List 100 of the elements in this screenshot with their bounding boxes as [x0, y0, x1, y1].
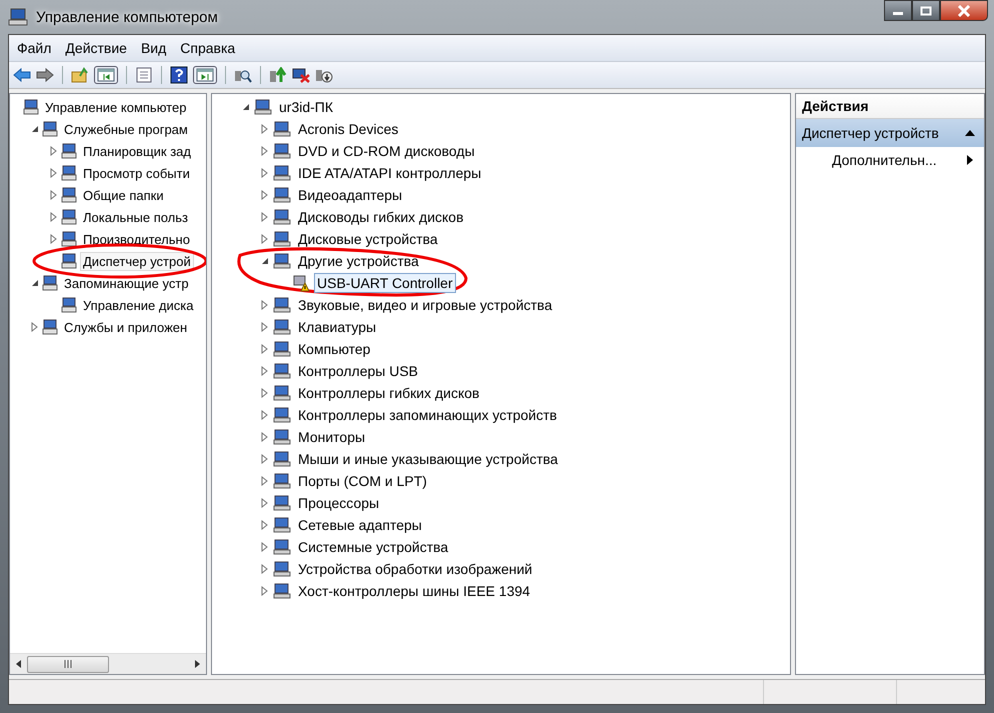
expand-arrow-icon[interactable]: [50, 146, 58, 156]
maximize-button[interactable]: [912, 0, 940, 21]
tree-item[interactable]: Процессоры: [295, 493, 382, 513]
expand-arrow-icon[interactable]: [261, 366, 269, 376]
tree-item[interactable]: Общие папки: [80, 186, 167, 204]
expand-arrow-icon[interactable]: [261, 542, 269, 552]
maximize-icon: [920, 6, 932, 16]
device-icon: [273, 164, 291, 182]
collapse-arrow-icon[interactable]: [242, 102, 250, 112]
properties-icon[interactable]: [135, 67, 153, 83]
tree-item[interactable]: Локальные польз: [80, 208, 191, 226]
tree-item[interactable]: Видеоадаптеры: [295, 185, 406, 205]
tree-item[interactable]: DVD и CD-ROM дисководы: [295, 141, 478, 161]
minimize-button[interactable]: [884, 0, 912, 21]
tree-item[interactable]: Порты (COM и LPT): [295, 471, 430, 491]
expand-arrow-icon[interactable]: [261, 146, 269, 156]
snap-in-icon: [61, 231, 77, 247]
help-icon[interactable]: [170, 66, 188, 84]
device-icon: [273, 362, 291, 380]
uninstall-device-icon[interactable]: [315, 67, 333, 83]
console-tree-toggle[interactable]: [94, 66, 118, 84]
device-icon: [273, 538, 291, 556]
menu-item[interactable]: Файл: [17, 40, 52, 56]
tree-item[interactable]: Клавиатуры: [295, 317, 380, 337]
device-icon: [273, 142, 291, 160]
expand-arrow-icon[interactable]: [261, 520, 269, 530]
tree-item[interactable]: Дисководы гибких дисков: [295, 207, 467, 227]
tree-item[interactable]: ur3id-ПК: [276, 97, 336, 117]
update-driver-icon[interactable]: [269, 67, 287, 83]
close-button[interactable]: [940, 0, 988, 21]
expand-arrow-icon[interactable]: [261, 454, 269, 464]
tree-item[interactable]: Другие устройства: [295, 251, 422, 271]
tree-item[interactable]: Служебные програм: [61, 120, 191, 138]
expand-arrow-icon[interactable]: [261, 388, 269, 398]
device-icon: [273, 252, 291, 270]
tree-item[interactable]: Устройства обработки изображений: [295, 559, 536, 579]
snap-in-icon: [61, 209, 77, 225]
expand-arrow-icon[interactable]: [261, 410, 269, 420]
collapse-arrow-icon[interactable]: [31, 124, 39, 134]
tree-item[interactable]: Производительно: [80, 230, 193, 248]
tree-item[interactable]: Управление компьютер: [42, 98, 190, 116]
tree-item[interactable]: Acronis Devices: [295, 119, 402, 139]
scroll-right-icon[interactable]: [192, 659, 202, 669]
expand-arrow-icon[interactable]: [261, 234, 269, 244]
collapse-icon[interactable]: [964, 129, 976, 137]
disable-device-icon[interactable]: [292, 67, 310, 83]
action-pane-toggle[interactable]: [193, 66, 217, 84]
tree-item[interactable]: Мыши и иные указывающие устройства: [295, 449, 561, 469]
expand-arrow-icon[interactable]: [261, 432, 269, 442]
expand-arrow-icon[interactable]: [261, 300, 269, 310]
tree-item[interactable]: Звуковые, видео и игровые устройства: [295, 295, 556, 315]
action-link[interactable]: Дополнительн...: [832, 152, 937, 168]
menu-item[interactable]: Справка: [180, 40, 236, 56]
tree-item[interactable]: Просмотр событи: [80, 164, 193, 182]
tree-item[interactable]: Дисковые устройства: [295, 229, 441, 249]
tree-item[interactable]: Управление диска: [80, 296, 196, 314]
snap-in-icon: [23, 99, 39, 115]
tree-item[interactable]: Хост-контроллеры шины IEEE 1394: [295, 581, 534, 601]
collapse-arrow-icon[interactable]: [261, 256, 269, 266]
submenu-arrow-icon[interactable]: [966, 154, 974, 166]
device-icon: [273, 494, 291, 512]
scrollbar-thumb[interactable]: [27, 656, 109, 672]
expand-arrow-icon[interactable]: [261, 498, 269, 508]
expand-arrow-icon[interactable]: [261, 124, 269, 134]
expand-arrow-icon[interactable]: [261, 476, 269, 486]
tree-item[interactable]: Планировщик зад: [80, 142, 194, 160]
tree-item[interactable]: Запоминающие устр: [61, 274, 192, 292]
device-icon: [273, 296, 291, 314]
expand-arrow-icon[interactable]: [50, 168, 58, 178]
expand-arrow-icon[interactable]: [261, 586, 269, 596]
tree-item[interactable]: Службы и приложен: [61, 318, 190, 336]
expand-arrow-icon[interactable]: [261, 212, 269, 222]
tree-item[interactable]: Диспетчер устрой: [80, 252, 194, 270]
expand-arrow-icon[interactable]: [50, 212, 58, 222]
tree-item[interactable]: Контроллеры гибких дисков: [295, 383, 482, 403]
device-icon: [254, 98, 272, 116]
forward-icon[interactable]: [36, 67, 54, 83]
expand-arrow-icon[interactable]: [261, 168, 269, 178]
tree-item[interactable]: Компьютер: [295, 339, 374, 359]
back-icon[interactable]: [13, 67, 31, 83]
tree-item[interactable]: Сетевые адаптеры: [295, 515, 425, 535]
expand-arrow-icon[interactable]: [261, 344, 269, 354]
expand-arrow-icon[interactable]: [261, 190, 269, 200]
menu-item[interactable]: Вид: [140, 40, 166, 56]
tree-item[interactable]: Контроллеры запоминающих устройств: [295, 405, 560, 425]
expand-arrow-icon[interactable]: [50, 190, 58, 200]
tree-item[interactable]: Контроллеры USB: [295, 361, 421, 381]
expand-arrow-icon[interactable]: [261, 322, 269, 332]
collapse-arrow-icon[interactable]: [31, 278, 39, 288]
actions-section[interactable]: Диспетчер устройств: [796, 119, 984, 147]
tree-item[interactable]: USB-UART Controller: [314, 273, 456, 293]
menu-item[interactable]: Действие: [65, 40, 127, 56]
expand-arrow-icon[interactable]: [50, 234, 58, 244]
tree-item[interactable]: IDE ATA/ATAPI контроллеры: [295, 163, 484, 183]
folder-up-icon[interactable]: [71, 67, 89, 83]
tree-item[interactable]: Системные устройства: [295, 537, 452, 557]
expand-arrow-icon[interactable]: [261, 564, 269, 574]
tree-item[interactable]: Мониторы: [295, 427, 368, 447]
expand-arrow-icon[interactable]: [31, 322, 39, 332]
scroll-left-icon[interactable]: [14, 659, 24, 669]
